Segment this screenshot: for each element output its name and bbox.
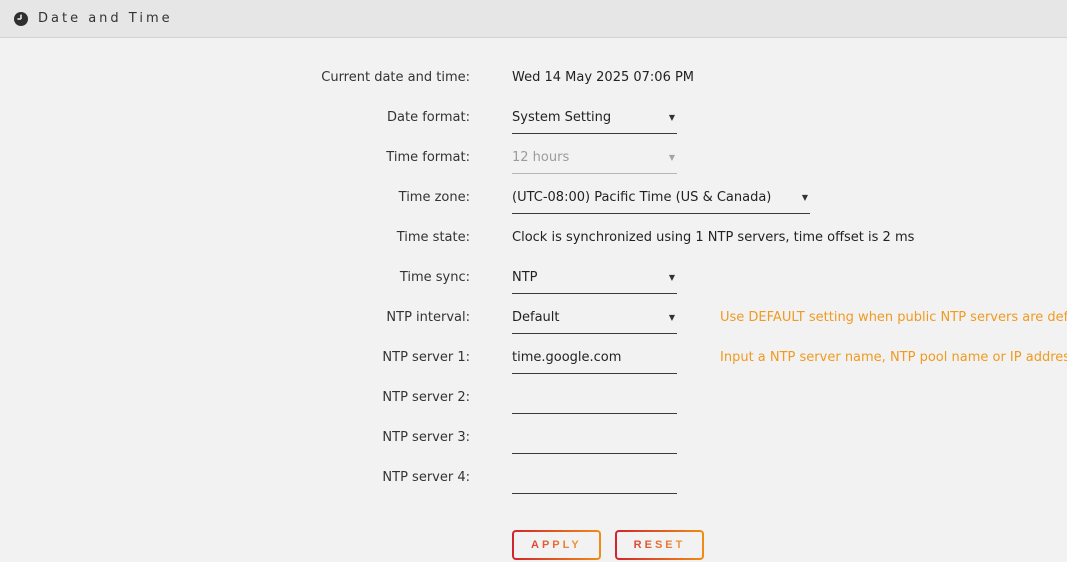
time-format-select: 12 hours ▼: [512, 149, 677, 174]
row-current-datetime: Current date and time: Wed 14 May 2025 0…: [0, 69, 1067, 109]
chevron-down-icon: ▼: [669, 109, 675, 127]
apply-button-label: APPLY: [531, 539, 582, 552]
row-time-sync: Time sync: NTP ▼: [0, 269, 1067, 309]
ntp-server-3-label: NTP server 3:: [0, 429, 470, 447]
reset-button-label: RESET: [634, 539, 686, 552]
ntp-server-4-input[interactable]: [512, 469, 677, 494]
chevron-down-icon: ▼: [669, 309, 675, 327]
chevron-down-icon: ▼: [669, 269, 675, 287]
form-actions: APPLY RESET: [512, 530, 1067, 560]
row-ntp-server-2: NTP server 2:: [0, 389, 1067, 429]
ntp-server-1-label: NTP server 1:: [0, 349, 470, 367]
row-time-state: Time state: Clock is synchronized using …: [0, 229, 1067, 269]
time-zone-select[interactable]: (UTC-08:00) Pacific Time (US & Canada) ▼: [512, 189, 810, 214]
ntp-server-2-input[interactable]: [512, 389, 677, 414]
ntp-interval-select[interactable]: Default ▼: [512, 309, 677, 334]
reset-button[interactable]: RESET: [615, 530, 705, 560]
time-format-selected-value: 12 hours: [512, 149, 569, 167]
row-time-format: Time format: 12 hours ▼: [0, 149, 1067, 189]
date-format-select[interactable]: System Setting ▼: [512, 109, 677, 134]
time-sync-select[interactable]: NTP ▼: [512, 269, 677, 294]
ntp-server-1-hint: Input a NTP server name, NTP pool name o…: [720, 349, 1067, 367]
page-title: Date and Time: [38, 11, 173, 26]
current-datetime-value: Wed 14 May 2025 07:06 PM: [512, 69, 694, 87]
row-ntp-server-3: NTP server 3:: [0, 429, 1067, 469]
ntp-server-4-label: NTP server 4:: [0, 469, 470, 487]
row-time-zone: Time zone: (UTC-08:00) Pacific Time (US …: [0, 189, 1067, 229]
ntp-interval-label: NTP interval:: [0, 309, 470, 327]
row-ntp-server-1: NTP server 1: Input a NTP server name, N…: [0, 349, 1067, 389]
section-header: Date and Time: [0, 0, 1067, 38]
time-sync-selected-value: NTP: [512, 269, 538, 287]
time-state-label: Time state:: [0, 229, 470, 247]
apply-button[interactable]: APPLY: [512, 530, 601, 560]
clock-icon: [13, 11, 29, 27]
time-format-label: Time format:: [0, 149, 470, 167]
ntp-interval-hint: Use DEFAULT setting when public NTP serv…: [720, 309, 1067, 327]
ntp-server-2-label: NTP server 2:: [0, 389, 470, 407]
date-format-label: Date format:: [0, 109, 470, 127]
ntp-interval-selected-value: Default: [512, 309, 560, 327]
date-time-form: Current date and time: Wed 14 May 2025 0…: [0, 38, 1067, 560]
chevron-down-icon: ▼: [802, 189, 808, 207]
current-datetime-label: Current date and time:: [0, 69, 470, 87]
time-sync-label: Time sync:: [0, 269, 470, 287]
date-format-selected-value: System Setting: [512, 109, 611, 127]
chevron-down-icon: ▼: [669, 149, 675, 167]
ntp-server-3-input[interactable]: [512, 429, 677, 454]
time-state-value: Clock is synchronized using 1 NTP server…: [512, 229, 914, 247]
ntp-server-1-input[interactable]: [512, 349, 677, 374]
row-ntp-server-4: NTP server 4:: [0, 469, 1067, 509]
row-date-format: Date format: System Setting ▼: [0, 109, 1067, 149]
time-zone-label: Time zone:: [0, 189, 470, 207]
time-zone-selected-value: (UTC-08:00) Pacific Time (US & Canada): [512, 189, 771, 207]
row-ntp-interval: NTP interval: Default ▼ Use DEFAULT sett…: [0, 309, 1067, 349]
